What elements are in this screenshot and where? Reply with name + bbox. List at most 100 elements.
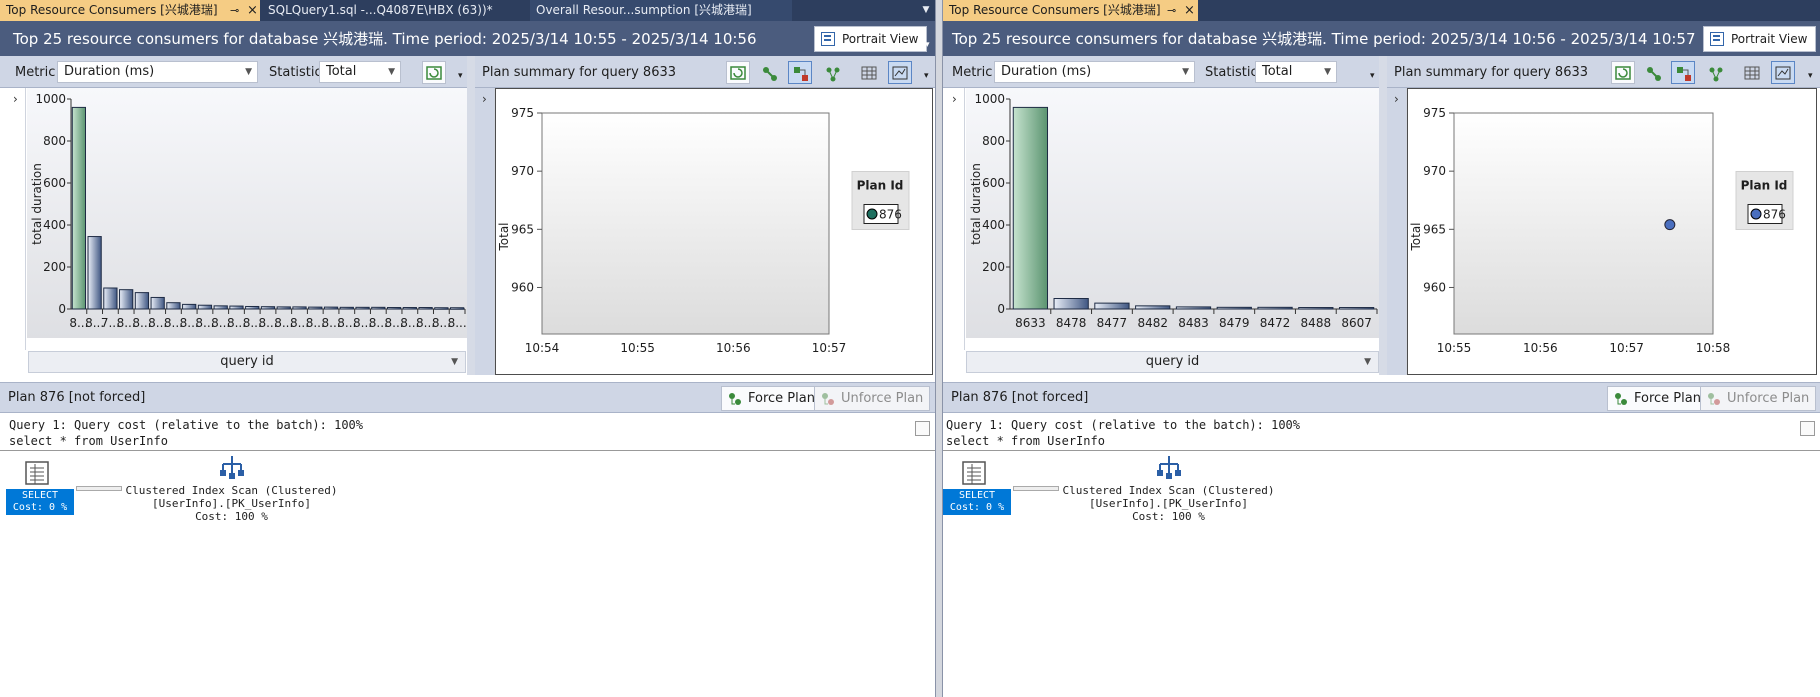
overflow-icon[interactable]: ▾	[925, 40, 930, 50]
select-operator-icon[interactable]	[961, 460, 987, 486]
close-icon[interactable]: ×	[247, 0, 258, 21]
expand-plan-panel-button[interactable]: ›	[1387, 88, 1407, 375]
bar	[1094, 302, 1130, 310]
chart-view-button[interactable]	[888, 61, 912, 84]
select-operator[interactable]: SELECT Cost: 0 %	[6, 489, 74, 515]
force-plan-icon	[729, 393, 741, 405]
clustered-index-scan-icon[interactable]	[219, 454, 245, 480]
left-pane: Top Resource Consumers [兴城港瑞] ⊸ × SQLQue…	[0, 0, 935, 697]
overflow-icon[interactable]: ▾	[1809, 40, 1814, 50]
select-operator-icon[interactable]	[24, 460, 50, 486]
clustered-index-scan-operator[interactable]: Clustered Index Scan (Clustered) [UserIn…	[124, 484, 339, 523]
portrait-view-button[interactable]: Portrait View	[814, 26, 928, 52]
bar	[1216, 306, 1252, 310]
pane-splitter[interactable]	[935, 0, 943, 697]
statistic-label: Statistic	[1205, 65, 1258, 80]
tab-overflow-icon[interactable]: ▼	[917, 0, 935, 21]
pin-icon[interactable]: ⊸	[230, 0, 239, 21]
query-id-select[interactable]: query id ▼	[28, 351, 466, 373]
expand-icon: ›	[1394, 92, 1399, 106]
compare-plans-icon	[763, 67, 777, 81]
refresh-button[interactable]	[422, 61, 446, 84]
grid-icon	[1744, 66, 1760, 80]
y-axis-label: total duration	[969, 163, 983, 245]
statistic-select[interactable]: Total ▼	[319, 61, 401, 83]
expand-icon: ›	[952, 92, 957, 106]
query-sql-line: select * from UserInfo	[9, 434, 168, 448]
overflow-icon[interactable]: ▾	[458, 71, 463, 81]
x-tick-label: 8472	[1260, 316, 1291, 330]
clustered-index-scan-icon[interactable]	[1156, 454, 1182, 480]
compare-plans-button[interactable]	[1641, 61, 1665, 84]
refresh-plans-button[interactable]	[1611, 61, 1635, 84]
scan-object: [UserInfo].[PK_UserInfo]	[152, 497, 311, 510]
vertical-splitter[interactable]	[467, 56, 475, 375]
track-query-button[interactable]	[1671, 61, 1695, 84]
force-compare-button[interactable]	[820, 61, 844, 84]
y-tick-label: 600	[43, 176, 66, 190]
tab-sqlquery1[interactable]: SQLQuery1.sql -...Q4087E\HBX (63))*	[262, 0, 522, 21]
vertical-splitter[interactable]	[1379, 56, 1387, 375]
y-tick-label: 975	[511, 106, 534, 120]
toggle-button[interactable]	[1800, 421, 1815, 436]
query-id-label: query id	[1145, 354, 1200, 369]
scan-object: [UserInfo].[PK_UserInfo]	[1089, 497, 1248, 510]
expand-panel-button[interactable]: ›	[945, 88, 965, 350]
grid-view-button[interactable]	[857, 61, 881, 84]
overflow-icon[interactable]: ▾	[924, 71, 929, 81]
compare-plans-button[interactable]	[757, 61, 781, 84]
compare-plans-icon	[1647, 67, 1661, 81]
right-pane: Top Resource Consumers [兴城港瑞] ⊸ × Top 25…	[943, 0, 1820, 697]
x-tick-label: 10:56	[716, 341, 751, 355]
tab-overall-resource[interactable]: Overall Resour...sumption [兴城港瑞]	[530, 0, 792, 21]
y-tick-label: 1000	[35, 92, 66, 106]
query-text: Query 1: Query cost (relative to the bat…	[0, 415, 935, 451]
track-query-button[interactable]	[788, 61, 812, 84]
chevron-down-icon: ▼	[1182, 67, 1189, 77]
chevron-down-icon: ▼	[1364, 357, 1371, 367]
grid-view-button[interactable]	[1740, 61, 1764, 84]
query-id-select[interactable]: query id ▼	[966, 351, 1379, 373]
bar	[260, 306, 276, 310]
force-plan-button[interactable]: Force Plan	[721, 386, 822, 411]
x-tick-label: 8607	[1341, 316, 1372, 330]
overflow-icon[interactable]: ▾	[1808, 71, 1813, 81]
clustered-index-scan-operator[interactable]: Clustered Index Scan (Clustered) [UserIn…	[1061, 484, 1276, 523]
scan-cost: Cost: 100 %	[195, 510, 268, 523]
select-cost: Cost: 0 %	[12, 502, 68, 513]
y-tick-label: 0	[58, 302, 66, 316]
y-tick-label: 600	[982, 176, 1005, 190]
overflow-icon[interactable]: ▾	[1370, 71, 1375, 81]
query-id-label: query id	[220, 354, 274, 369]
force-compare-button[interactable]	[1703, 61, 1727, 84]
select-cost: Cost: 0 %	[949, 502, 1005, 513]
select-label: SELECT	[21, 490, 59, 501]
x-tick-label: 8633	[1015, 316, 1046, 330]
unforce-plan-button[interactable]: Unforce Plan	[814, 386, 931, 411]
expand-panel-button[interactable]: ›	[6, 88, 26, 350]
pin-icon[interactable]: ⊸	[1167, 0, 1176, 21]
expand-plan-panel-button[interactable]: ›	[475, 88, 495, 375]
y-tick-label: 1000	[974, 92, 1005, 106]
bar	[134, 292, 150, 310]
force-plan-button[interactable]: Force Plan	[1607, 386, 1708, 411]
close-icon[interactable]: ×	[1184, 0, 1195, 21]
plan-label: Plan 876 [not forced]	[951, 390, 1089, 405]
portrait-view-button[interactable]: Portrait View	[1703, 26, 1817, 52]
bar	[371, 306, 386, 310]
execution-plan: SELECT Cost: 0 % Clustered Index Scan (C…	[0, 452, 935, 697]
unforce-plan-button[interactable]: Unforce Plan	[1700, 386, 1817, 411]
plan-summary-title: Plan summary for query 8633	[482, 65, 677, 80]
select-operator[interactable]: SELECT Cost: 0 %	[943, 489, 1011, 515]
chart-view-button[interactable]	[1771, 61, 1795, 84]
chevron-down-icon: ▼	[245, 67, 252, 77]
bar-chart-svg: total duration 0 200 400 600 800 1000 8633 8478 8…	[966, 88, 1379, 338]
metric-select[interactable]: Duration (ms) ▼	[994, 61, 1195, 83]
tab-top-resource-consumers[interactable]: Top Resource Consumers [兴城港瑞] ⊸ ×	[943, 0, 1198, 21]
refresh-plans-button[interactable]	[726, 61, 750, 84]
chart-icon	[1775, 66, 1791, 80]
tab-top-resource-consumers[interactable]: Top Resource Consumers [兴城港瑞] ⊸ ×	[0, 0, 260, 21]
toggle-button[interactable]	[915, 421, 930, 436]
statistic-select[interactable]: Total ▼	[1255, 61, 1337, 83]
metric-select[interactable]: Duration (ms) ▼	[57, 61, 258, 83]
